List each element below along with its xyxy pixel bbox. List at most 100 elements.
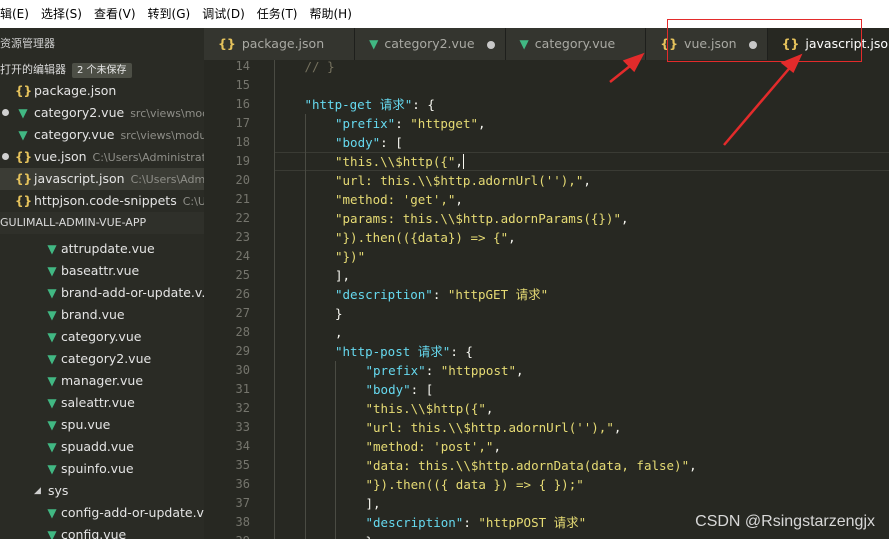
code-token: "httppost" [440,363,517,378]
explorer-sidebar: 资源管理器 打开的编辑器 2 个未保存 {} package.json ▼ categ… [0,28,204,539]
code-area[interactable]: // } "http-get 请求": {"prefix": "httpget",… [274,60,889,539]
unsaved-dot-icon[interactable] [748,40,757,49]
file-name: spuinfo.vue [61,461,134,476]
tree-folder-sys[interactable]: ◢ sys [0,480,204,502]
vue-file-icon: ▼ [18,128,28,142]
line-number: 35 [235,458,250,472]
code-token: "}).then(({data}) => {" [335,230,509,245]
code-token: , [493,439,501,454]
file-path: src\views\modu... [120,129,204,142]
code-token: , [583,173,591,188]
project-folder-header[interactable]: GULIMALL-ADMIN-VUE-APP [0,212,204,234]
editor-tab[interactable]: ▼ category2.vue [355,28,506,60]
tree-file-item[interactable]: ▼ spuinfo.vue [0,458,204,480]
line-number: 34 [235,439,250,453]
line-number: 38 [235,515,250,529]
unsaved-dot-icon[interactable] [486,40,495,49]
line-number: 30 [235,363,250,377]
code-editor[interactable]: 14 15 16 17 18 19 20 21 22 23 24 25 26 27 28 29 30 31 32 33… [204,60,889,539]
code-line: "http-get 请求": { [305,95,435,114]
code-line: "http-post 请求": { [335,342,473,361]
editor-tab-bar: {} package.json ▼ category2.vue ▼ category.vu… [204,28,889,60]
file-name: saleattr.vue [61,395,135,410]
menu-item[interactable]: 查看(V) [88,0,142,28]
line-number: 20 [235,173,250,187]
tab-label: package.json [241,36,325,51]
menu-item[interactable]: 选择(S) [35,0,88,28]
line-number: 22 [235,211,250,225]
vue-file-icon: ▼ [519,37,529,51]
line-number: 21 [235,192,250,206]
menu-item[interactable]: 帮助(H) [304,0,358,28]
json-file-icon: {} [15,84,33,98]
tree-file-item[interactable]: ▼ brand.vue [0,304,204,326]
code-line: "description": "httpGET 请求" [335,285,548,304]
open-editor-item[interactable]: ▼ category.vue src\views\modu... [0,124,204,146]
tree-file-item[interactable]: ▼ category.vue [0,326,204,348]
code-line: "this.\\$http({", [335,152,464,171]
vue-file-icon: ▼ [47,352,57,366]
menu-item[interactable]: 辑(E) [0,0,35,28]
line-number: 14 [235,60,250,73]
code-line: "description": "httpPOST 请求" [366,513,587,532]
line-number: 33 [235,420,250,434]
open-editors-header[interactable]: 打开的编辑器 2 个未保存 [0,60,204,80]
editor-tab[interactable]: ▼ category.vue [505,28,647,60]
code-line: "method: 'get',", [335,190,463,209]
code-line: "})" [335,247,365,266]
code-token: ], [335,268,351,283]
vue-file-icon: ▼ [47,330,57,344]
file-name: category.vue [61,329,142,344]
menu-item[interactable]: 任务(T) [251,0,304,28]
file-name: category2.vue [34,105,125,120]
tree-file-item[interactable]: ▼ spuadd.vue [0,436,204,458]
file-name: package.json [34,83,117,98]
file-name: category.vue [34,127,115,142]
tree-file-item[interactable]: ▼ manager.vue [0,370,204,392]
tree-file-item[interactable]: ▼ baseattr.vue [0,260,204,282]
tree-file-item[interactable]: ▼ category2.vue [0,348,204,370]
vue-file-icon: ▼ [47,264,57,278]
tab-label: javascript.json [805,36,889,51]
tree-file-item[interactable]: ▼ attrupdate.vue [0,238,204,260]
code-token: "method: 'get'," [335,192,456,207]
file-name: baseattr.vue [61,263,140,278]
editor-tab[interactable]: {}javascript.json✕ [767,28,889,60]
open-editor-item[interactable]: {}httpjson.code-snippets C:\U... [0,190,204,212]
tab-label: vue.json [684,36,737,51]
tree-file-item[interactable]: ▼ config-add-or-update.v... [0,502,204,524]
vue-file-icon: ▼ [47,396,57,410]
editor-tab[interactable]: {} vue.json [646,28,768,60]
code-token: "this.\\$http({" [335,154,456,169]
editor-tab[interactable]: {} package.json [204,28,356,60]
line-number: 29 [235,344,250,358]
line-number: 36 [235,477,250,491]
tree-file-item[interactable]: ▼ config.vue [0,524,204,539]
tree-file-item[interactable]: ▼ saleattr.vue [0,392,204,414]
open-editor-item[interactable]: ▼ category2.vue src\views\mod... [0,102,204,124]
code-token: : [ [410,382,434,397]
file-path: C:\U... [182,195,204,208]
open-editor-item[interactable]: {} vue.json C:\Users\Administrat... [0,146,204,168]
vue-file-icon: ▼ [369,37,379,51]
open-editor-item[interactable]: {}javascript.json C:\Users\Admi... [0,168,204,190]
code-token: "}).then(({ data }) => { });" [365,477,584,492]
file-name: spu.vue [61,417,111,432]
menu-item[interactable]: 转到(G) [142,0,197,28]
folder-label: sys [48,483,69,498]
code-token: "method: 'post'," [365,439,494,454]
code-token: : [463,515,479,530]
line-number: 28 [235,325,250,339]
code-token: : { [450,344,473,359]
code-token: : [425,363,441,378]
file-name: spuadd.vue [61,439,134,454]
menu-item[interactable]: 调试(D) [196,0,251,28]
tree-file-item[interactable]: ▼ spu.vue [0,414,204,436]
line-number: 25 [235,268,250,282]
vue-file-icon: ▼ [47,440,57,454]
code-token: "url: this.\\$http.adornUrl('')," [365,420,614,435]
open-editor-item[interactable]: {} package.json [0,80,204,102]
code-line: ], [366,494,381,513]
file-name: attrupdate.vue [61,241,155,256]
tree-file-item[interactable]: ▼ brand-add-or-update.v... [0,282,204,304]
